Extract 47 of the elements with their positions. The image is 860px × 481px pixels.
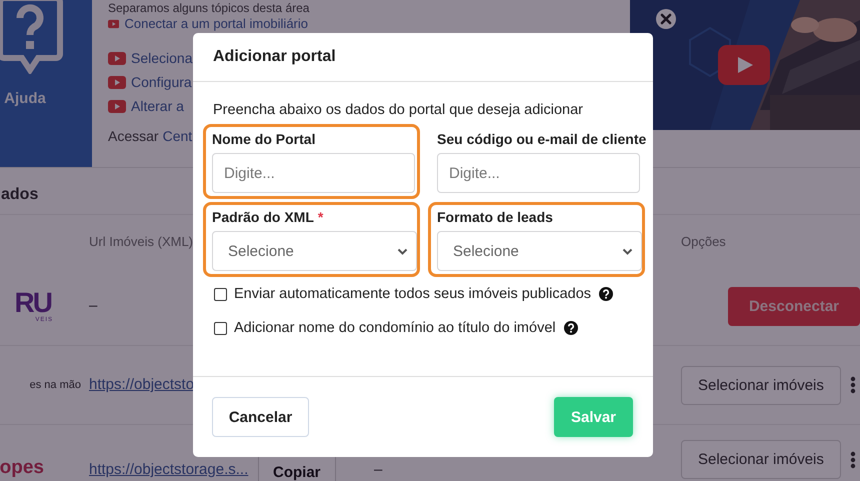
column-header: Url Imóveis (XML) xyxy=(89,234,194,248)
url-link[interactable]: https://objectsto xyxy=(89,376,194,393)
checkbox-label: Enviar automaticamente todos seus imóveis publicados xyxy=(234,286,592,302)
disconnect-button[interactable]: Desconectar xyxy=(728,286,860,326)
play-icon[interactable] xyxy=(718,45,770,85)
table-cell: – xyxy=(374,461,382,478)
checkbox-label: Adicionar nome do condomínio ao título do imóvel xyxy=(234,320,556,336)
chevron-down-icon xyxy=(397,248,408,254)
column-header: Opções xyxy=(681,234,727,248)
video-icon[interactable] xyxy=(108,100,126,112)
help-title: Ajuda xyxy=(4,90,46,107)
field-label: Seu código ou e-mail de cliente xyxy=(437,131,646,147)
select-field[interactable]: Selecione xyxy=(212,231,417,271)
logo-text: es na mão xyxy=(30,379,81,391)
dialog-intro: Preencha abaixo os dados do portal que deseja adicionar xyxy=(212,102,584,118)
topics-intro: Separamos alguns tópicos desta área xyxy=(108,0,308,16)
topic-link[interactable]: Configura xyxy=(131,74,192,90)
kebab-menu-icon[interactable] xyxy=(850,376,856,394)
field-label: Nome do Portal xyxy=(212,131,316,147)
help-icon[interactable] xyxy=(564,321,578,335)
url-link[interactable]: https://objectstorage.s... xyxy=(89,461,248,478)
logo-text: opes xyxy=(0,457,44,479)
checkbox[interactable] xyxy=(214,322,227,334)
kebab-menu-icon[interactable] xyxy=(850,450,856,468)
help-center-link[interactable]: Cent xyxy=(162,128,192,144)
input-field[interactable]: Digite... xyxy=(212,153,415,193)
select-button[interactable]: Selecionar imóveis xyxy=(681,440,841,479)
logo-text: RU xyxy=(14,289,51,317)
access-text: Acessar xyxy=(108,128,159,144)
select-field[interactable]: Selecione xyxy=(437,231,642,271)
save-button[interactable]: Salvar xyxy=(554,397,633,437)
dialog-title: Adicionar portal xyxy=(213,48,336,66)
video-icon[interactable] xyxy=(108,18,120,30)
help-icon[interactable] xyxy=(599,287,614,301)
video-icon[interactable] xyxy=(108,76,126,88)
input-field[interactable]: Digite... xyxy=(437,153,640,193)
topic-link[interactable]: Seleciona xyxy=(131,50,192,66)
checkbox[interactable] xyxy=(214,288,227,300)
topic-link[interactable]: Alterar a xyxy=(131,98,184,114)
topic-link[interactable]: Conectar a um portal imobiliário xyxy=(124,17,308,31)
close-icon[interactable] xyxy=(656,9,676,29)
help-bubble-icon xyxy=(0,0,64,74)
select-button[interactable]: Selecionar imóveis xyxy=(681,366,841,404)
cancel-button[interactable]: Cancelar xyxy=(212,397,309,437)
video-icon[interactable] xyxy=(108,52,126,64)
table-cell: – xyxy=(89,297,98,314)
chevron-down-icon xyxy=(622,248,633,254)
